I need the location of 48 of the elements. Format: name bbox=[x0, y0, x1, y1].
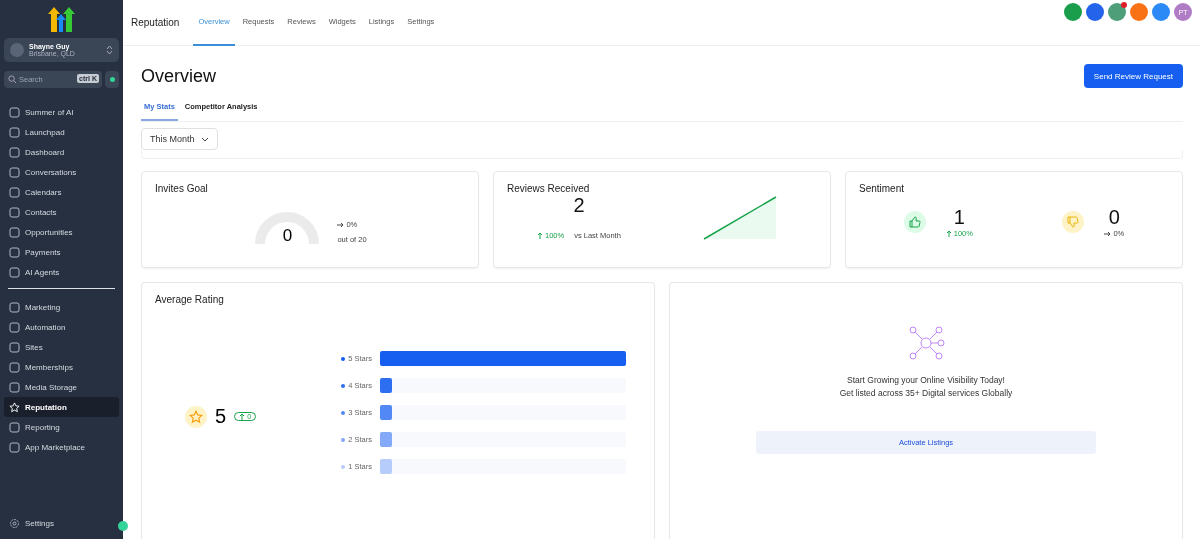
listings-heading: Start Growing your Online Visibility Today! bbox=[847, 375, 1005, 385]
arrow-up-icon bbox=[537, 232, 543, 239]
sidebar-item[interactable]: Payments bbox=[4, 242, 119, 262]
settings-item[interactable]: Settings bbox=[4, 513, 119, 533]
invites-value: 0 bbox=[282, 227, 293, 244]
sidebar-item[interactable]: Dashboard bbox=[4, 142, 119, 162]
chevron-down-icon bbox=[200, 136, 209, 142]
card-title: Invites Goal bbox=[155, 183, 208, 194]
star-icon bbox=[9, 401, 20, 413]
period-dropdown[interactable]: This Month bbox=[141, 128, 218, 150]
sidebar-item[interactable]: Calendars bbox=[4, 182, 119, 202]
arrows-logo-icon bbox=[46, 6, 77, 32]
search-icon bbox=[8, 75, 17, 84]
thumbs-up-icon bbox=[903, 211, 926, 233]
rating-value: 5 bbox=[215, 405, 227, 428]
sidebar-item[interactable]: Conversations bbox=[4, 162, 119, 182]
sidebar-item[interactable]: Reputation bbox=[4, 397, 119, 417]
avatar-icon bbox=[10, 43, 24, 57]
thumbs-down-icon bbox=[1062, 211, 1085, 233]
sidebar-item[interactable]: Contacts bbox=[4, 202, 119, 222]
sidebar-item[interactable]: Sites bbox=[4, 337, 119, 357]
arrow-right-icon bbox=[337, 221, 345, 228]
reviews-value: 2 bbox=[573, 194, 585, 217]
sidebar-item[interactable]: Launchpad bbox=[4, 122, 119, 142]
sidebar-item[interactable]: Memberships bbox=[4, 357, 119, 377]
arrow-up-icon bbox=[945, 230, 952, 237]
card-title: Reviews Received bbox=[507, 183, 590, 194]
page-title: Overview bbox=[141, 65, 216, 87]
sidebar-item[interactable]: Opportunities bbox=[4, 222, 119, 242]
positive-count: 1 bbox=[953, 206, 965, 229]
collapse-handle[interactable] bbox=[118, 521, 128, 531]
card-title: Sentiment bbox=[859, 183, 905, 194]
chevron-updown-icon bbox=[106, 45, 113, 55]
arrow-right-icon bbox=[1104, 230, 1112, 237]
settings-icon bbox=[9, 517, 20, 529]
section-title: Reputation bbox=[131, 17, 180, 28]
sidebar-item[interactable]: AI Agents bbox=[4, 262, 119, 282]
listings-subheading: Get listed across 35+ Digital services Globally bbox=[839, 388, 1013, 398]
sidebar-item[interactable]: Summer of AI bbox=[4, 102, 119, 122]
sidebar-item[interactable]: Marketing bbox=[4, 297, 119, 317]
sidebar-item[interactable]: Automation bbox=[4, 317, 119, 337]
negative-count: 0 bbox=[1108, 206, 1120, 229]
sidebar-item[interactable]: Reporting bbox=[4, 417, 119, 437]
send-review-request-button[interactable]: Send Review Request bbox=[1083, 64, 1183, 88]
quick-action-button[interactable] bbox=[105, 71, 119, 88]
sidebar-item[interactable]: App Marketplace bbox=[4, 437, 119, 457]
card-title: Average Rating bbox=[155, 294, 224, 305]
sidebar-item[interactable]: Media Storage bbox=[4, 377, 119, 397]
